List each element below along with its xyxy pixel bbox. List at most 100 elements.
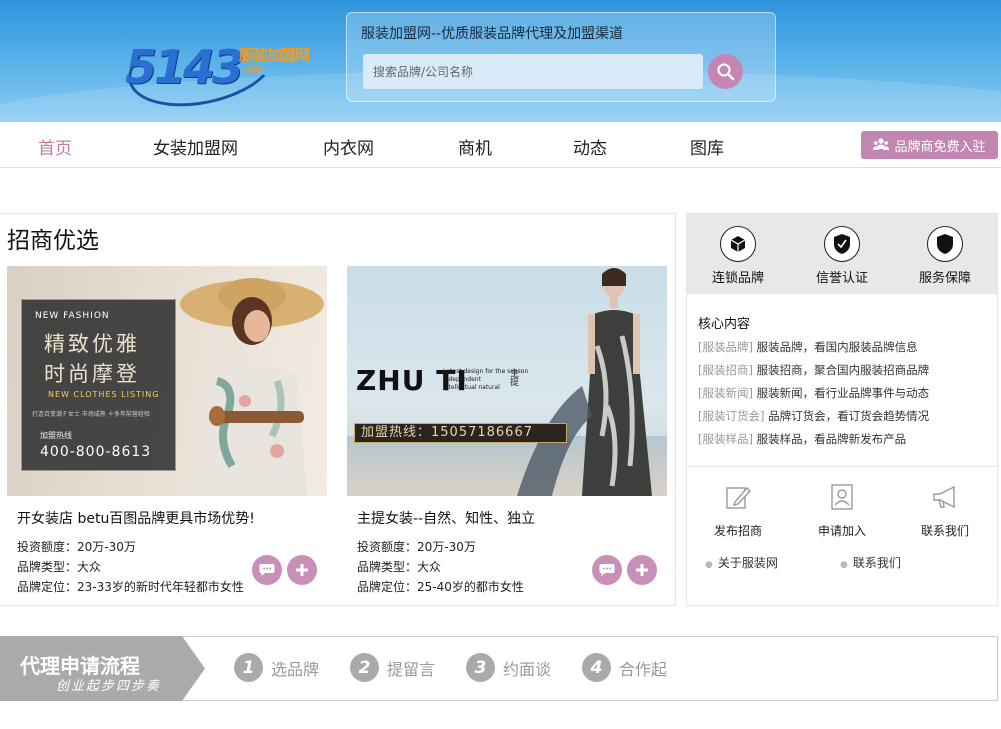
model-photo [517, 268, 652, 496]
chat-button[interactable] [252, 555, 282, 585]
action-label: 发布招商 [713, 524, 762, 538]
nav-item-news[interactable]: 动态 [573, 134, 607, 159]
search-input[interactable] [363, 54, 703, 89]
core-item-tag: [服装招商] [698, 363, 753, 377]
logo-name: 服装加盟网 [239, 46, 310, 64]
core-content-item[interactable]: [服装招商] 服装招商，聚合国内服装招商品牌 [698, 362, 929, 378]
core-content-item[interactable]: [服装订货会] 品牌订货会，看订货会趋势情况 [698, 408, 929, 424]
core-content-item[interactable]: [服装样品] 服装样品，看品牌新发布产品 [698, 431, 906, 447]
core-item-tag: [服装新闻] [698, 386, 753, 400]
promo-small-text: 打造百变潮Ｆ女士 市场成熟 十多年前营经验 [32, 411, 150, 418]
about-link[interactable]: ● 关于服装网 [705, 554, 778, 571]
promo-hotline-label: 加盟热线 [40, 431, 72, 440]
step-number: 4 [582, 653, 611, 682]
search-panel: 服装加盟网--优质服装品牌代理及加盟渠道 [346, 12, 776, 102]
shield-check-icon [824, 226, 860, 262]
add-button[interactable] [627, 555, 657, 585]
action-label: 申请加入 [817, 524, 866, 538]
promo-line-2: 时尚摩登 [44, 362, 140, 386]
action-label: 联系我们 [920, 524, 969, 538]
feature-service-guarantee: 服务保障 [905, 226, 985, 286]
nav-item-gallery[interactable]: 图库 [690, 134, 724, 159]
featured-title: 招商优选 [7, 228, 99, 254]
logo-number: 5143 [125, 40, 244, 94]
brand-card-investment: 投资额度：20万-30万 [357, 540, 476, 554]
step-label: 合作起 [619, 659, 668, 679]
feature-label: 服务保障 [918, 271, 971, 286]
brand-card-position: 品牌定位：23-33岁的新时代年轻都市女性 [17, 580, 244, 594]
nav-item-lingerie[interactable]: 内衣网 [323, 134, 374, 159]
megaphone-icon [933, 485, 955, 509]
process-step: 4 合作起 [582, 653, 667, 682]
promo-line-1: 精致优雅 [44, 332, 140, 356]
core-content-item[interactable]: [服装品牌] 服装品牌，看国内服装品牌信息 [698, 339, 918, 355]
contact-link-label: 联系我们 [852, 556, 901, 570]
search-button[interactable] [708, 54, 743, 89]
brand-card-position: 品牌定位：25-40岁的都市女性 [357, 580, 524, 594]
process-subtitle: 创业起步四步奏 [56, 679, 162, 694]
people-group-icon [873, 138, 890, 150]
feature-credit-cert: 信誉认证 [802, 226, 882, 286]
bullet-icon: ● [840, 560, 848, 570]
agent-process-banner: 代理申请流程 创业起步四步奏 1 选品牌 2 提留言 3 约面谈 4 合作起 [0, 636, 998, 701]
brand-card-image[interactable]: NEW FASHION 精致优雅 时尚摩登 NEW CLOTHES LISTIN… [7, 266, 327, 496]
brand-card: NEW FASHION 精致优雅 时尚摩登 NEW CLOTHES LISTIN… [7, 266, 327, 594]
feature-label: 信誉认证 [815, 271, 868, 286]
magnifier-icon [717, 63, 734, 80]
feature-label: 连锁品牌 [711, 271, 764, 286]
process-step: 2 提留言 [350, 653, 435, 682]
chat-button[interactable] [592, 555, 622, 585]
nav-item-home[interactable]: 首页 [38, 134, 72, 159]
promo-hotline: 400-800-8613 [40, 444, 152, 460]
brand-card-title[interactable]: 主提女装--自然、知性、独立 [347, 508, 667, 528]
apply-join-button[interactable]: 申请加入 [802, 482, 882, 539]
publish-franchise-button[interactable]: 发布招商 [698, 482, 778, 539]
promo-listing: NEW CLOTHES LISTING [48, 390, 160, 399]
chat-icon [599, 564, 615, 576]
plus-icon [636, 564, 648, 576]
core-item-text: 品牌订货会，看订货会趋势情况 [768, 409, 930, 423]
profile-card-icon [831, 484, 853, 510]
sidebar: 连锁品牌 信誉认证 服务保障 核心内容 [服装品牌] 服装品牌，看国内服装品牌信… [686, 213, 998, 606]
step-label: 选品牌 [271, 659, 320, 679]
edit-icon [726, 486, 751, 509]
process-step: 3 约面谈 [466, 653, 551, 682]
contact-us-button[interactable]: 联系我们 [905, 482, 985, 539]
sidebar-divider [687, 466, 997, 467]
core-content-item[interactable]: [服装新闻] 服装新闻，看行业品牌事件与动态 [698, 385, 929, 401]
brand-card-title[interactable]: 开女装店 betu百图品牌更具市场优势! [7, 508, 327, 528]
nav-item-opportunities[interactable]: 商机 [458, 134, 492, 159]
step-number: 1 [234, 653, 263, 682]
site-logo[interactable]: 5143 服装加盟网 .CN [120, 13, 325, 119]
promo-panel: NEW FASHION 精致优雅 时尚摩登 NEW CLOTHES LISTIN… [21, 299, 176, 471]
chat-icon [259, 564, 275, 576]
nav-item-womens-franchise[interactable]: 女装加盟网 [153, 134, 238, 159]
brand-card-investment: 投资额度：20万-30万 [17, 540, 136, 554]
core-item-text: 服装品牌，看国内服装品牌信息 [756, 340, 918, 354]
core-item-text: 服装样品，看品牌新发布产品 [756, 432, 907, 446]
step-number: 3 [466, 653, 495, 682]
brand-card-image[interactable]: ZHU TI Latest design for the season inde… [347, 266, 667, 496]
add-button[interactable] [287, 555, 317, 585]
feature-chain-brand: 连锁品牌 [698, 226, 778, 286]
process-step: 1 选品牌 [234, 653, 319, 682]
contact-link[interactable]: ● 联系我们 [840, 554, 901, 571]
bullet-icon: ● [705, 560, 713, 570]
main-nav: 首页 女装加盟网 内衣网 商机 动态 图库 品牌商免费入驻 [0, 122, 1001, 168]
site-header: 5143 服装加盟网 .CN 服装加盟网--优质服装品牌代理及加盟渠道 [0, 0, 1001, 122]
brand-cn-name: 主提 [508, 368, 518, 386]
promo-tag: NEW FASHION [35, 311, 110, 321]
model-photo [180, 278, 324, 496]
cube-icon [720, 226, 756, 262]
core-item-text: 服装招商，聚合国内服装招商品牌 [756, 363, 930, 377]
brand-join-label: 品牌商免费入驻 [894, 139, 986, 155]
step-label: 约面谈 [503, 659, 552, 679]
featured-section: 招商优选 NEW FASHION 精致优雅 时尚摩登 NEW CLOTHES L… [0, 213, 676, 606]
core-item-text: 服装新闻，看行业品牌事件与动态 [756, 386, 930, 400]
logo-number-text: 5143 [125, 40, 244, 94]
brand-card: ZHU TI Latest design for the season inde… [347, 266, 667, 594]
site-tagline: 服装加盟网--优质服装品牌代理及加盟渠道 [361, 26, 624, 42]
step-number: 2 [350, 653, 379, 682]
brand-join-button[interactable]: 品牌商免费入驻 [861, 131, 998, 159]
sidebar-features: 连锁品牌 信誉认证 服务保障 [687, 214, 997, 294]
